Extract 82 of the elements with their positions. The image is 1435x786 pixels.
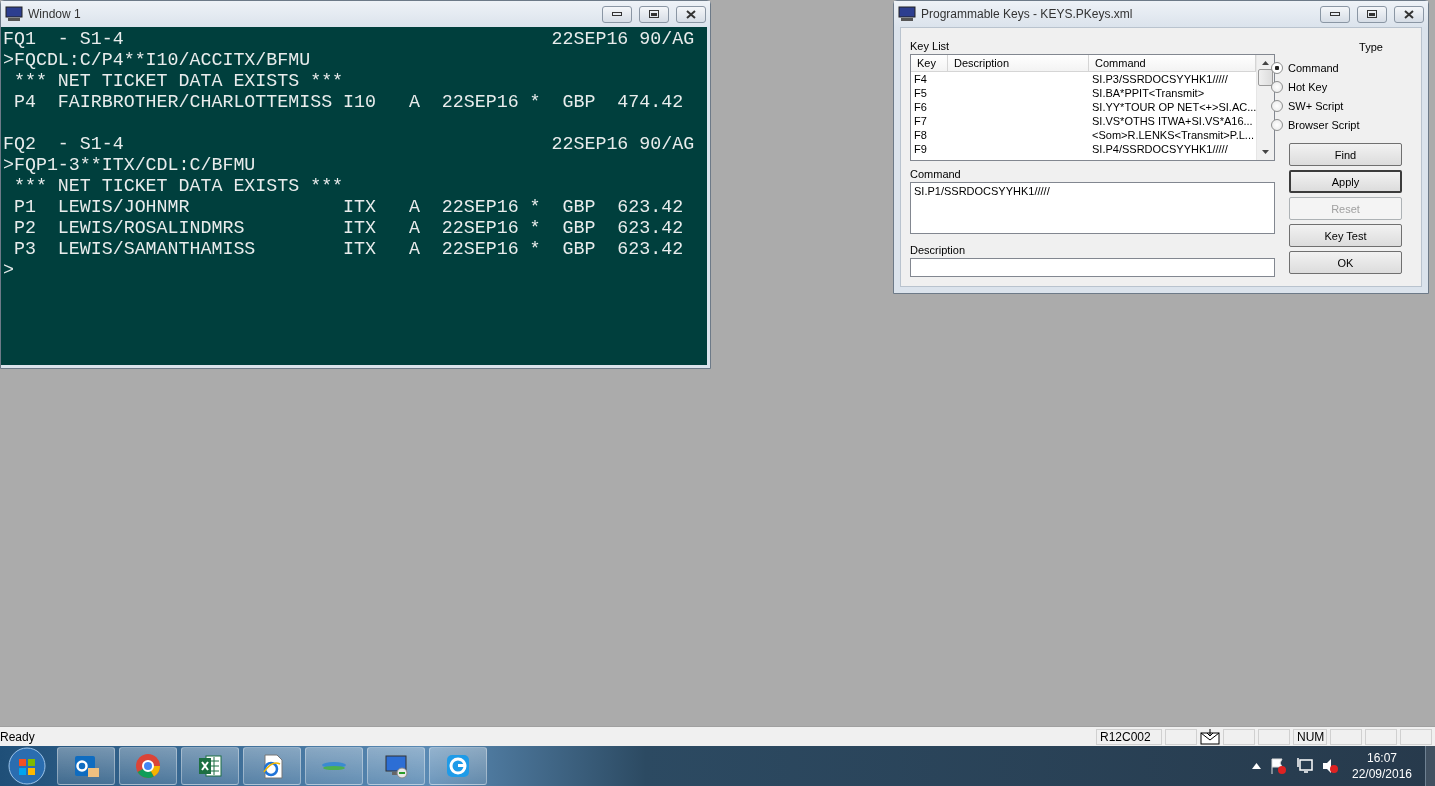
window-title: Window 1 [28,7,82,21]
tray-up-icon[interactable] [1252,763,1261,769]
computer-icon [5,6,23,22]
status-pane: R12C002 [1096,728,1162,745]
key-cell-text: F8 [913,129,928,141]
terminal-line: *** NET TICKET DATA EXISTS *** [12,176,344,197]
dialog-button[interactable]: Key Test [1289,224,1402,247]
minimize-button[interactable] [1320,5,1350,23]
taskbar-button[interactable] [119,747,177,785]
command-cell-text: SI.VS*OTHS ITWA+SI.VS*A16... [1091,115,1254,127]
minimize-icon [1330,12,1340,16]
dialog-button[interactable]: Find [1289,143,1402,166]
key-cell-text: F9 [913,143,928,155]
status-pane [1258,728,1290,745]
column-header[interactable]: Key [911,55,948,72]
status-pane [1400,728,1432,745]
taskbar-button[interactable] [181,747,239,785]
network-icon[interactable] [1295,757,1313,775]
taskbar-button[interactable] [57,747,115,785]
scroll-up-icon[interactable] [1262,61,1269,65]
terminal-line: P1 LEWIS/JOHNMR ITX A 22SEP16 * GBP 623.42 [12,197,684,218]
taskbar-button[interactable] [243,747,301,785]
key-list[interactable]: Key Description Command F4 SI.P3/SSRDOCSYYHK1///// F5 SI.BA*PPIT<Transmit> F6 SI.YY*TOUR OP NET<+>SI.AC... F7 SI.VS*OTHS ITWA+SI.VS*A16... F8 <Som>R.LENKS<Transmit>P.L... F9 SI.P4/SSRDOCSYYHK1///// [910,54,1275,161]
command-label: Command [910,168,961,180]
terminal-line: P3 LEWIS/SAMANTHAMISS ITX A 22SEP16 * GBP 623.42 [12,239,684,260]
browser-icon [134,752,162,780]
wave-logo-icon [322,761,346,771]
dialog-button[interactable]: Apply [1289,170,1402,193]
type-label: Type [1359,41,1383,53]
key-cell-text: F7 [913,115,928,127]
description-label: Description [910,244,966,256]
column-header[interactable]: Description [948,55,1089,72]
terminal-line: P2 LEWIS/ROSALINDMRS ITX A 22SEP16 * GBP 623.42 [12,218,684,239]
status-pane [1223,728,1255,745]
description-field[interactable] [910,258,1275,277]
status-pane [1365,728,1397,745]
key-cell-text: F6 [913,101,928,113]
close-icon [1404,9,1414,19]
terminal-line: > [3,260,14,281]
terminal-line: FQ1 - S1-4 22SEP16 90/AG [3,29,695,50]
minimize-button[interactable] [602,5,632,23]
terminal-line: P4 FAIRBROTHER/CHARLOTTEMISS I10 A 22SEP16 * GBP 474.42 [12,92,684,113]
dialog-button[interactable]: OK [1289,251,1402,274]
restore-icon [649,10,659,18]
command-cell-text: SI.P3/SSRDOCSYYHK1///// [1091,73,1229,85]
restore-button[interactable] [1357,5,1387,23]
taskbar-button[interactable] [429,747,487,785]
key-cell-text: F5 [913,87,928,99]
taskbar-button[interactable] [367,747,425,785]
close-button[interactable] [1394,5,1424,23]
command-cell-text: SI.P4/SSRDOCSYYHK1///// [1091,143,1229,155]
minimize-icon [612,12,622,16]
terminal-line: >FQP1-3**ITX/CDL:C/BFMU [3,155,256,176]
computer-icon [898,6,916,22]
status-pane [1330,728,1362,745]
spreadsheet-icon [196,752,224,780]
restore-button[interactable] [639,5,669,23]
restore-icon [1367,10,1377,18]
start-button[interactable] [7,746,47,786]
close-icon [686,9,696,19]
terminal-line: *** NET TICKET DATA EXISTS *** [12,71,344,92]
scroll-down-icon[interactable] [1262,150,1269,154]
status-pane: NUM [1293,728,1327,745]
list-label: Key List [910,40,950,52]
scroll-thumb[interactable] [1258,69,1273,86]
window-title: Programmable Keys - KEYS.PKeys.xml [921,7,1134,21]
status-text: Ready [0,729,36,744]
command-cell-text: SI.YY*TOUR OP NET<+>SI.AC... [1091,101,1256,113]
flag-icon[interactable] [1269,757,1287,775]
remote-desktop-icon [382,752,410,780]
app-logo-icon [444,752,472,780]
command-cell-text: SI.BA*PPIT<Transmit> [1091,87,1206,99]
clock[interactable]: 16:07 22/09/2016 [1347,750,1417,782]
key-cell-text: F4 [913,73,928,85]
command-cell-text: <Som>R.LENKS<Transmit>P.L... [1091,129,1256,141]
scrollbar[interactable] [1256,55,1274,160]
terminal-line: >FQCDL:C/P4**I10/ACCITX/BFMU [3,50,311,71]
close-button[interactable] [676,5,706,23]
status-pane [1165,728,1197,745]
command-field[interactable]: SI.P1/SSRDOCSYYHK1///// [910,182,1275,234]
speaker-icon[interactable] [1321,757,1339,775]
terminal-line: FQ2 - S1-4 22SEP16 90/AG [3,134,695,155]
